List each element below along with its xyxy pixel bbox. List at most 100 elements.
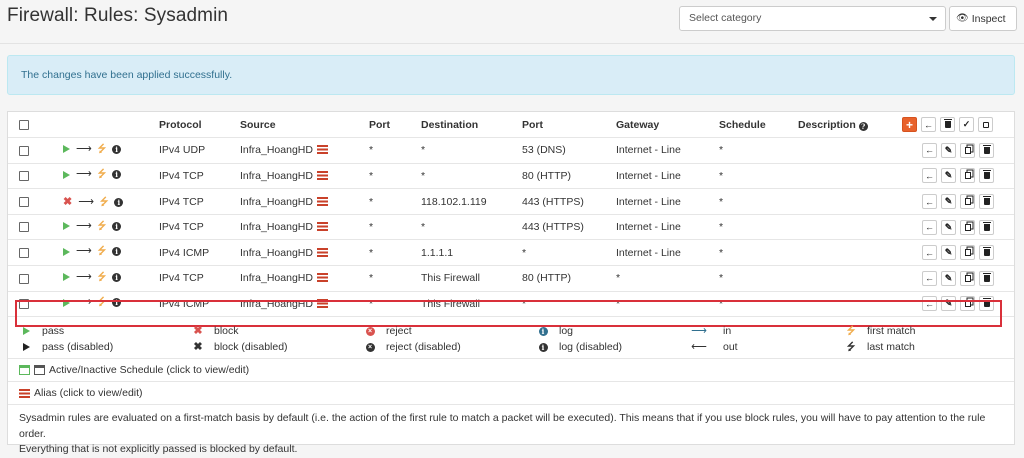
rule-checkbox[interactable] [19,196,29,207]
rule-description [798,239,902,267]
select-all-checkbox[interactable] [19,119,29,130]
rule-row[interactable]: ⟶ ⭍ i IPv4 UDP Infra_HoangHD * * 53 (DNS) Intern… [8,137,1014,164]
alias-list-icon[interactable] [316,222,328,232]
rule-status[interactable]: ⟶ ⭍ i [63,296,127,309]
schedule-legend-label: Active/Inactive Schedule (click to view/… [49,364,250,376]
alias-list-icon[interactable] [316,298,328,308]
rule-description [798,214,902,241]
alias-list-icon[interactable] [316,170,328,180]
delete-rule-button[interactable] [979,296,994,312]
rule-protocol: IPv4 TCP [159,214,240,241]
first-match-icon: ⭍ [100,196,109,208]
rule-protocol: IPv4 TCP [159,188,240,215]
rule-source[interactable]: Infra_HoangHD [240,137,369,164]
rule-checkbox[interactable] [19,171,29,182]
delete-rule-button[interactable] [979,194,994,210]
delete-rule-button[interactable] [979,245,994,261]
delete-rule-button[interactable] [979,142,994,158]
col-destination-port: Port [522,112,616,139]
move-before-button[interactable]: ← [922,296,937,312]
edit-rule-button[interactable]: ✎ [941,245,956,261]
legend-last-match: ⭍ last match [846,341,915,353]
alias-list-icon[interactable] [316,196,328,206]
rule-destination-port: * [522,239,616,267]
copy-rule-button[interactable] [960,219,975,235]
copy-rule-button[interactable] [960,142,975,158]
col-source: Source [240,112,369,139]
move-before-button[interactable]: ← [922,168,937,184]
rule-destination: 1.1.1.1 [421,239,522,267]
rule-row[interactable]: ⟶ ⭍ i IPv4 ICMP Infra_HoangHD * 1.1.1.1 * Intern… [8,239,1014,267]
alias-list-icon[interactable] [316,273,328,283]
enable-selected-button[interactable]: ✓ [959,117,974,133]
move-before-button[interactable]: ← [922,194,937,210]
rule-checkbox[interactable] [19,222,29,233]
rule-source[interactable]: Infra_HoangHD [240,291,369,318]
rule-status[interactable]: ⟶ ⭍ i [63,271,127,282]
rule-row[interactable]: ⟶ ⭍ i IPv4 TCP Infra_HoangHD * * 443 (HTTPS) Int… [8,214,1014,241]
edit-rule-button[interactable]: ✎ [941,168,956,184]
rule-source[interactable]: Infra_HoangHD [240,239,369,267]
rule-status[interactable]: ⟶ ⭍ i [63,246,127,257]
move-before-button[interactable]: ← [922,219,937,235]
rule-row[interactable]: ⟶ ⭍ i IPv4 TCP Infra_HoangHD * * 80 (HTTP) Inter… [8,163,1014,190]
rule-status[interactable]: ⟶ ⭍ i [63,168,127,181]
log-icon: i [112,221,122,231]
move-before-button[interactable]: ← [922,142,937,158]
rule-row[interactable]: ⟶ ⭍ i IPv4 TCP Infra_HoangHD * This Firewall 80… [8,265,1014,292]
copy-rule-button[interactable] [960,270,975,286]
edit-rule-button[interactable]: ✎ [941,270,956,286]
rule-source[interactable]: Infra_HoangHD [240,163,369,190]
rule-source-port: * [369,214,421,241]
category-select[interactable]: Select category [679,6,946,31]
in-arrow-icon: ⟶ [76,168,92,181]
inspect-button[interactable]: 👁 Inspect [949,6,1017,31]
rule-destination: 118.102.1.119 [421,188,522,215]
copy-rule-button[interactable] [960,296,975,312]
delete-rule-button[interactable] [979,270,994,286]
rule-destination: This Firewall [421,265,522,292]
help-icon[interactable]: ? [858,121,868,131]
copy-rule-button[interactable] [960,168,975,184]
delete-selected-button[interactable] [940,117,955,133]
block-disabled-icon: ✖ [193,340,203,353]
rule-source[interactable]: Infra_HoangHD [240,214,369,241]
rule-status[interactable]: ⟶ ⭍ i [63,143,127,154]
toggle-selected-button[interactable] [978,117,993,133]
delete-rule-button[interactable] [979,168,994,184]
rule-checkbox[interactable] [19,247,29,258]
rule-gateway: Internet - Line [616,163,719,190]
copy-rule-button[interactable] [960,245,975,261]
rule-row[interactable]: ✖ ⟶ ⭍ i IPv4 TCP Infra_HoangHD * 118.102.1.119 4… [8,188,1014,215]
pass-icon [63,247,70,256]
edit-rule-button[interactable]: ✎ [941,142,956,158]
move-left-button[interactable]: ← [921,117,936,133]
edit-rule-button[interactable]: ✎ [941,296,956,312]
copy-rule-button[interactable] [960,194,975,210]
move-before-button[interactable]: ← [922,245,937,261]
col-description: Description ? [798,112,902,139]
inspect-label: Inspect [971,12,1006,25]
delete-rule-button[interactable] [979,219,994,235]
alias-list-icon [19,388,30,398]
in-arrow-icon: ⟶ [76,296,92,309]
rule-row[interactable]: ⟶ ⭍ i IPv4 ICMP Infra_HoangHD * This Firewall *… [8,291,1014,318]
edit-rule-button[interactable]: ✎ [941,219,956,235]
category-select-placeholder: Select category [689,12,762,24]
col-source-port: Port [369,112,421,139]
rule-checkbox[interactable] [19,273,29,284]
alias-list-icon[interactable] [316,145,328,155]
alias-list-icon[interactable] [316,247,328,257]
rule-checkbox[interactable] [19,145,29,156]
trash-icon [982,170,991,180]
rule-source[interactable]: Infra_HoangHD [240,265,369,292]
rule-checkbox[interactable] [19,299,29,310]
reject-icon: × [365,326,375,336]
add-rule-button[interactable]: + [902,117,917,133]
rule-status[interactable]: ✖ ⟶ ⭍ i [63,196,129,208]
edit-rule-button[interactable]: ✎ [941,194,956,210]
move-before-button[interactable]: ← [922,270,937,286]
rule-source[interactable]: Infra_HoangHD [240,188,369,215]
rule-status[interactable]: ⟶ ⭍ i [63,220,127,231]
col-gateway: Gateway [616,112,719,139]
